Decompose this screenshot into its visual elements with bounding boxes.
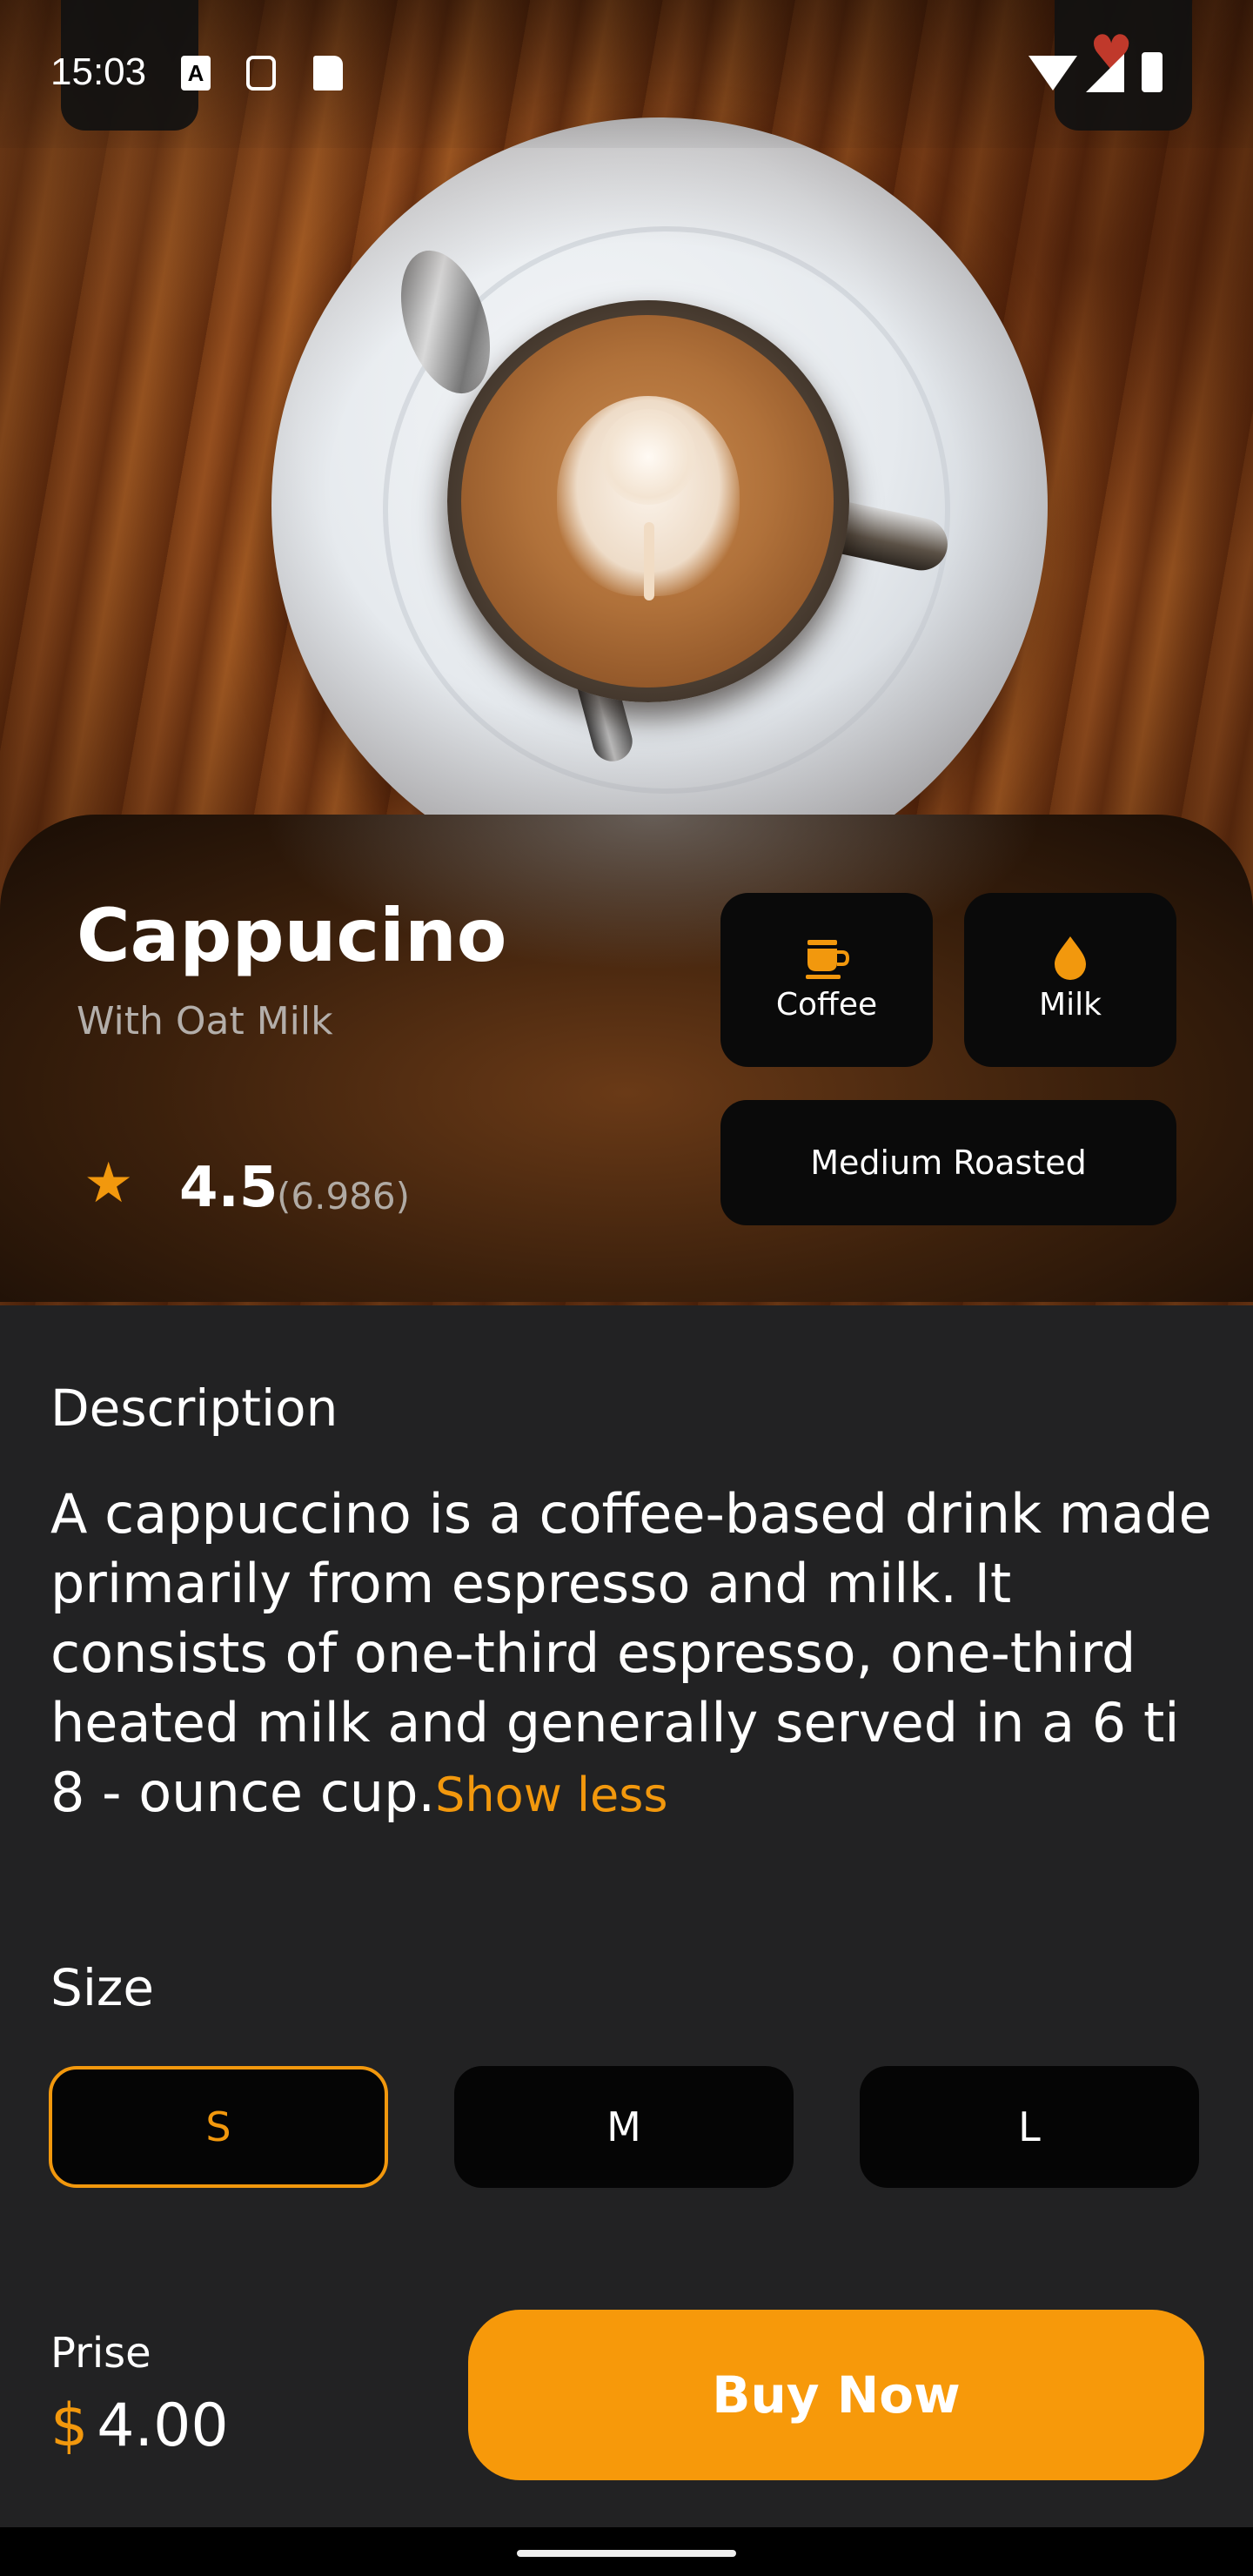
tag-coffee-label: Coffee [775,987,878,1023]
sd-card-icon [313,56,343,91]
size-option-l[interactable]: L [860,2066,1199,2188]
settings-icon [246,56,276,91]
size-heading: Size [50,1958,155,2017]
rating-value: 4.5 [179,1156,278,1220]
product-subtitle: With Oat Milk [77,999,333,1043]
status-time: 15:03 [50,50,147,93]
home-gesture-handle[interactable] [517,2550,736,2557]
keyboard-a-icon: A [181,56,211,91]
buy-now-button[interactable]: Buy Now [468,2310,1204,2480]
description-text: A cappuccino is a coffee-based drink mad… [50,1479,1216,1830]
price-label: Prise [50,2329,151,2378]
size-option-m[interactable]: M [454,2066,794,2188]
price: $4.00 [50,2392,229,2460]
status-bar: 15:03 A ♥ [0,0,1253,148]
wifi-icon [1029,56,1077,91]
star-icon: ★ [84,1151,134,1216]
coffee-cup-icon [802,933,851,982]
price-value: 4.00 [97,2392,229,2460]
milk-drop-icon [1046,933,1095,982]
tag-coffee: Coffee [720,893,933,1067]
signal-icon [1086,54,1124,92]
product-title: Cappucino [77,893,507,978]
tag-roast: Medium Roasted [720,1100,1176,1225]
tag-milk: Milk [964,893,1176,1067]
tag-milk-label: Milk [1039,987,1102,1023]
rating-count: (6.986) [277,1175,411,1218]
description-heading: Description [50,1379,338,1438]
size-option-s[interactable]: S [49,2066,388,2188]
show-less-link[interactable]: Show less [435,1768,667,1822]
currency-symbol: $ [50,2392,89,2460]
battery-icon [1142,52,1163,92]
